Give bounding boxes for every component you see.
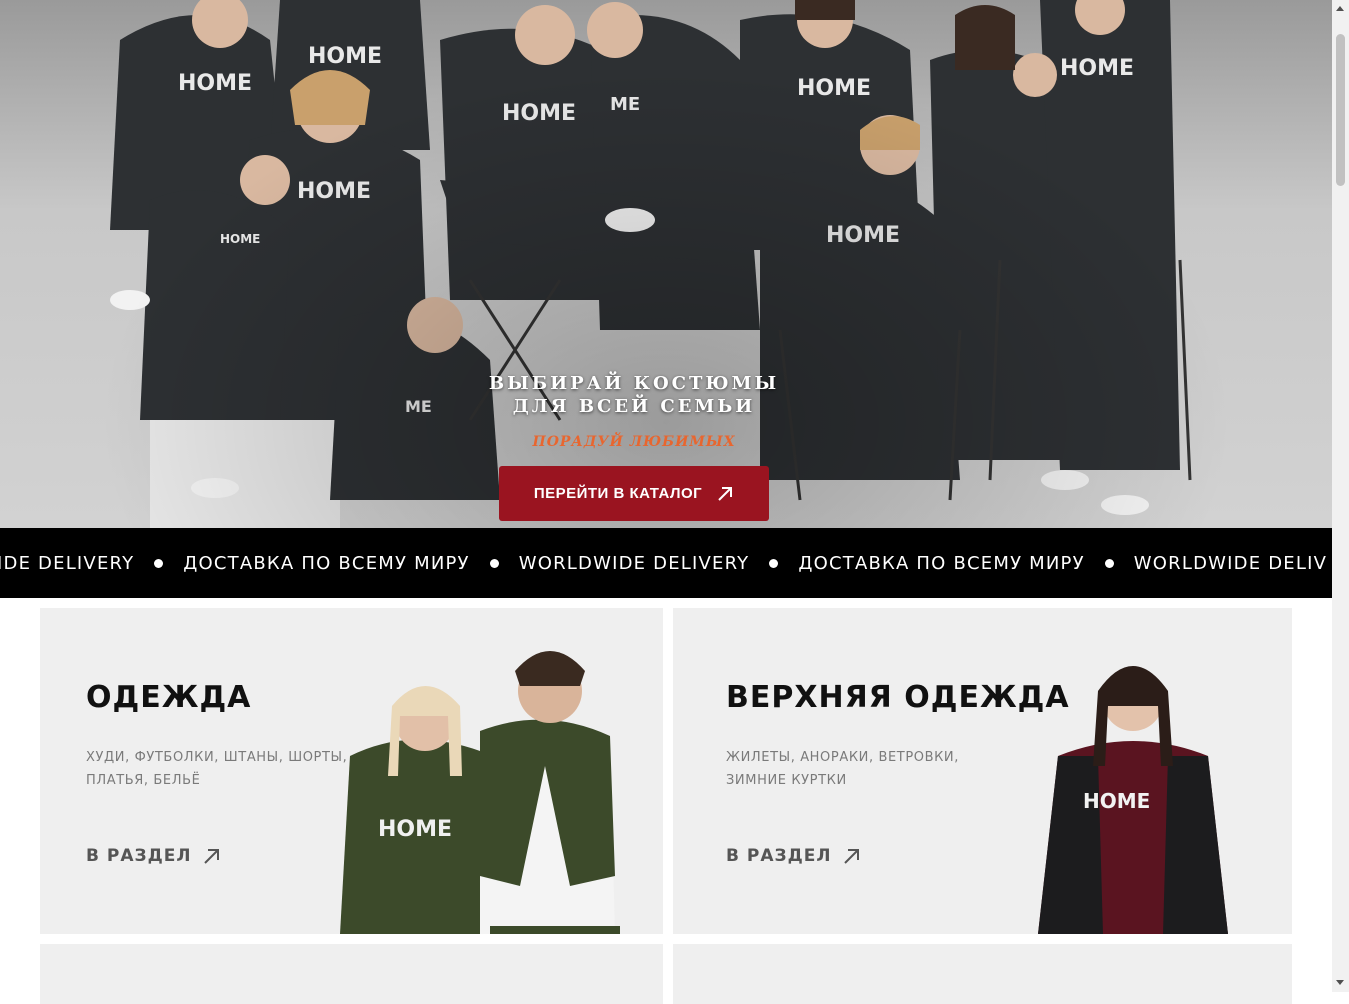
marquee-item: WORLDWIDE DELIVERY bbox=[518, 552, 750, 574]
delivery-marquee: WIDE DELIVERY ДОСТАВКА ПО ВСЕМУ МИРУ WOR… bbox=[0, 528, 1332, 598]
dot-separator bbox=[154, 558, 164, 568]
category-description-line2: ПЛАТЬЯ, БЕЛЬЁ bbox=[86, 773, 201, 788]
category-card-partial[interactable] bbox=[40, 944, 663, 1004]
marquee-track: WIDE DELIVERY ДОСТАВКА ПО ВСЕМУ МИРУ WOR… bbox=[0, 528, 1327, 598]
hero-title-line1: ВЫБИРАЙ КОСТЮМЫ bbox=[488, 373, 780, 394]
dot-separator bbox=[489, 558, 499, 568]
marquee-item: WIDE DELIVERY bbox=[0, 552, 135, 574]
scroll-thumb[interactable] bbox=[1336, 34, 1345, 186]
arrow-up-right-icon bbox=[844, 848, 860, 864]
catalog-button-label: ПЕРЕЙТИ В КАТАЛОГ bbox=[533, 485, 703, 502]
scroll-up-icon[interactable] bbox=[1336, 6, 1344, 11]
scroll-down-icon[interactable] bbox=[1336, 980, 1344, 985]
arrow-up-right-icon bbox=[718, 486, 733, 501]
category-card-clothing[interactable]: ОДЕЖДА ХУДИ, ФУТБОЛКИ, ШТАНЫ, ШОРТЫ, ПЛА… bbox=[40, 608, 663, 934]
couple-photo: HOME bbox=[340, 651, 620, 934]
category-link-label: В РАЗДЕЛ bbox=[726, 846, 832, 866]
category-description-line1: ХУДИ, ФУТБОЛКИ, ШТАНЫ, ШОРТЫ, bbox=[86, 750, 348, 765]
category-description-line2: ЗИМНИЕ КУРТКИ bbox=[726, 773, 847, 788]
page-scrollbar[interactable] bbox=[1332, 0, 1349, 992]
dot-separator bbox=[1104, 558, 1114, 568]
hero-title: ВЫБИРАЙ КОСТЮМЫ ДЛЯ ВСЕЙ СЕМЬИ bbox=[0, 372, 1268, 418]
svg-text:HOME: HOME bbox=[378, 817, 452, 842]
category-description-line1: ЖИЛЕТЫ, АНОРАКИ, ВЕТРОВКИ, bbox=[726, 750, 959, 765]
category-link[interactable]: В РАЗДЕЛ bbox=[726, 846, 860, 866]
svg-text:HOME: HOME bbox=[1083, 789, 1150, 813]
hero-title-line2: ДЛЯ ВСЕЙ СЕМЬИ bbox=[512, 396, 756, 417]
category-description: ХУДИ, ФУТБОЛКИ, ШТАНЫ, ШОРТЫ, ПЛАТЬЯ, БЕ… bbox=[86, 746, 347, 792]
hero-banner: HOME HOME HOME HOME ME HOME HOME HOME ME… bbox=[0, 0, 1332, 528]
marquee-item: ДОСТАВКА ПО ВСЕМУ МИРУ bbox=[798, 552, 1085, 574]
category-link[interactable]: В РАЗДЕЛ bbox=[86, 846, 220, 866]
hero-subtitle: ПОРАДУЙ ЛЮБИМЫХ bbox=[532, 434, 736, 450]
marquee-item: WORLDWIDE DELIV bbox=[1133, 552, 1328, 574]
category-card-outerwear[interactable]: ВЕРХНЯЯ ОДЕЖДА ЖИЛЕТЫ, АНОРАКИ, ВЕТРОВКИ… bbox=[673, 608, 1292, 934]
woman-vest-photo: HOME bbox=[1038, 666, 1228, 934]
catalog-button[interactable]: ПЕРЕЙТИ В КАТАЛОГ bbox=[499, 466, 769, 521]
category-title: ВЕРХНЯЯ ОДЕЖДА bbox=[726, 680, 1070, 715]
category-title: ОДЕЖДА bbox=[86, 680, 252, 715]
arrow-up-right-icon bbox=[204, 848, 220, 864]
category-description: ЖИЛЕТЫ, АНОРАКИ, ВЕТРОВКИ, ЗИМНИЕ КУРТКИ bbox=[726, 746, 959, 792]
category-link-label: В РАЗДЕЛ bbox=[86, 846, 192, 866]
marquee-item: ДОСТАВКА ПО ВСЕМУ МИРУ bbox=[183, 552, 470, 574]
category-card-partial[interactable] bbox=[673, 944, 1292, 1004]
dot-separator bbox=[769, 558, 779, 568]
